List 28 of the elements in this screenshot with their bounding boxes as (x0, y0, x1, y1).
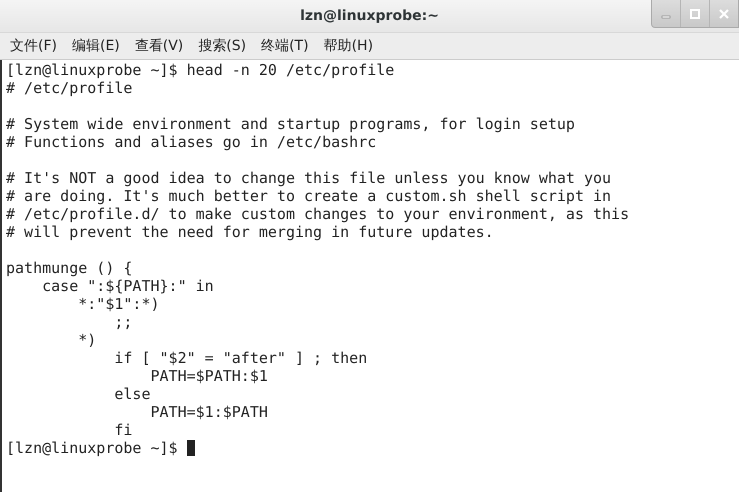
terminal-line: PATH=$PATH:$1 (149, 367, 268, 385)
terminal-line: *:"$1":*) (77, 295, 160, 313)
menu-item[interactable]: 搜索(S) (198, 37, 246, 55)
terminal-line: # System wide environment and startup programs, for login setup (6, 115, 575, 133)
terminal-line: [lzn@linuxprobe ~]$ head -n 20 /etc/profile (6, 61, 394, 79)
terminal-line: # /etc/profile.d/ to make custom changes to your environment, as this (6, 205, 630, 223)
terminal-line: # are doing. It's much better to create a custom.sh shell script in (6, 187, 612, 205)
terminal-line: # Functions and aliases go in /etc/bashrc (6, 133, 376, 151)
terminal-line: *) (77, 331, 96, 349)
terminal-line: PATH=$1:$PATH (149, 403, 268, 421)
terminal-line: # It's NOT a good idea to change this file unless you know what you (6, 169, 612, 187)
window-title: lzn@linuxprobe:~ (300, 8, 439, 24)
close-icon[interactable] (719, 8, 729, 18)
terminal-line: ;; (113, 313, 132, 331)
menu-item[interactable]: 编辑(E) (72, 37, 120, 55)
terminal-line: if [ "$2" = "after" ] ; then (113, 349, 368, 367)
maximize-icon[interactable] (690, 8, 700, 18)
menu-item[interactable]: 帮助(H) (324, 37, 374, 55)
terminal-line: else (113, 385, 150, 403)
terminal-line: # will prevent the need for merging in future updates. (6, 223, 494, 241)
menu-item[interactable]: 文件(F) (10, 37, 57, 55)
terminal-line: fi (113, 421, 132, 439)
terminal-line: # /etc/profile (6, 79, 132, 97)
shell-prompt: [lzn@linuxprobe ~]$ (6, 439, 178, 457)
terminal-line: pathmunge () { (6, 259, 132, 277)
menu-item[interactable]: 终端(T) (261, 37, 309, 55)
menu-item[interactable]: 查看(V) (134, 37, 184, 55)
terminal-line: case ":${PATH}:" in (41, 277, 214, 295)
